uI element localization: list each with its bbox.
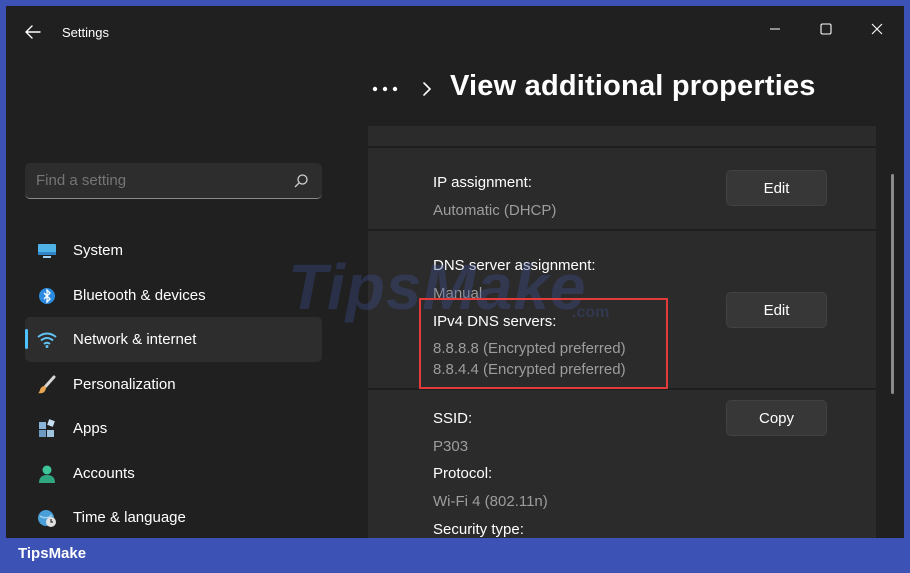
apps-icon [37,419,57,439]
dns-servers-highlight [419,298,668,389]
sidebar-item-label: Apps [73,420,108,437]
close-icon [871,23,883,35]
ssid-value: P303 [433,438,469,455]
search-icon[interactable] [293,173,309,189]
ip-assignment-value: Automatic (DHCP) [433,202,557,219]
ip-assignment-edit-button[interactable]: Edit [726,170,827,206]
brand-label: TipsMake [18,545,87,562]
wifi-copy-button[interactable]: Copy [726,400,827,436]
bluetooth-icon [37,286,57,306]
protocol-label: Protocol: [433,465,493,482]
wifi-icon [37,330,57,350]
settings-window: Settings Find a setting System Bluetooth… [6,6,904,538]
more-icon [372,86,398,92]
scrollbar[interactable] [891,174,894,394]
search-input[interactable] [36,172,276,189]
minimize-icon [770,28,780,30]
sidebar-item-label: Accounts [73,464,135,482]
title-bar: Settings [6,6,904,56]
maximize-button[interactable] [803,12,849,46]
security-type-label: Security type: [433,521,524,538]
globe-clock-icon [37,508,57,528]
brush-icon [37,375,57,395]
sidebar-item-label: Bluetooth & devices [73,286,206,304]
page-title: View additional properties [450,70,816,102]
sidebar-item-personalization[interactable]: Personalization [25,362,322,407]
monitor-icon [37,241,57,261]
app-title: Settings [62,25,109,40]
person-icon [37,464,57,484]
breadcrumb-overflow-button[interactable] [370,74,400,104]
sidebar-item-label: Network & internet [73,331,197,348]
protocol-value: Wi-Fi 4 (802.11n) [433,493,548,510]
sidebar-item-accounts[interactable]: Accounts [25,451,322,496]
arrow-left-icon [25,25,41,39]
sidebar-item-bluetooth[interactable]: Bluetooth & devices [25,273,322,318]
sidebar-item-label: Personalization [73,375,176,393]
sidebar-item-apps[interactable]: Apps [25,406,322,451]
sidebar-item-system[interactable]: System [25,228,322,273]
chevron-right-icon [423,82,432,96]
minimize-button[interactable] [752,12,798,46]
sidebar-item-label: Time & language [73,509,186,526]
close-button[interactable] [854,12,900,46]
panel-top-strip [368,126,876,148]
back-button[interactable] [20,20,46,44]
maximize-icon [820,23,832,35]
outer-frame: Settings Find a setting System Bluetooth… [0,0,910,573]
ip-assignment-label: IP assignment: [433,174,532,191]
sidebar-item-network[interactable]: Network & internet [25,317,322,362]
ssid-label: SSID: [433,410,473,427]
search-box[interactable] [25,163,322,199]
sidebar-item-label: System [73,242,124,259]
sidebar-nav: System Bluetooth & devices Network & int… [25,228,322,538]
dns-edit-button[interactable]: Edit [726,292,827,328]
divider [368,229,876,231]
sidebar-item-time-language[interactable]: Time & language [25,495,322,538]
